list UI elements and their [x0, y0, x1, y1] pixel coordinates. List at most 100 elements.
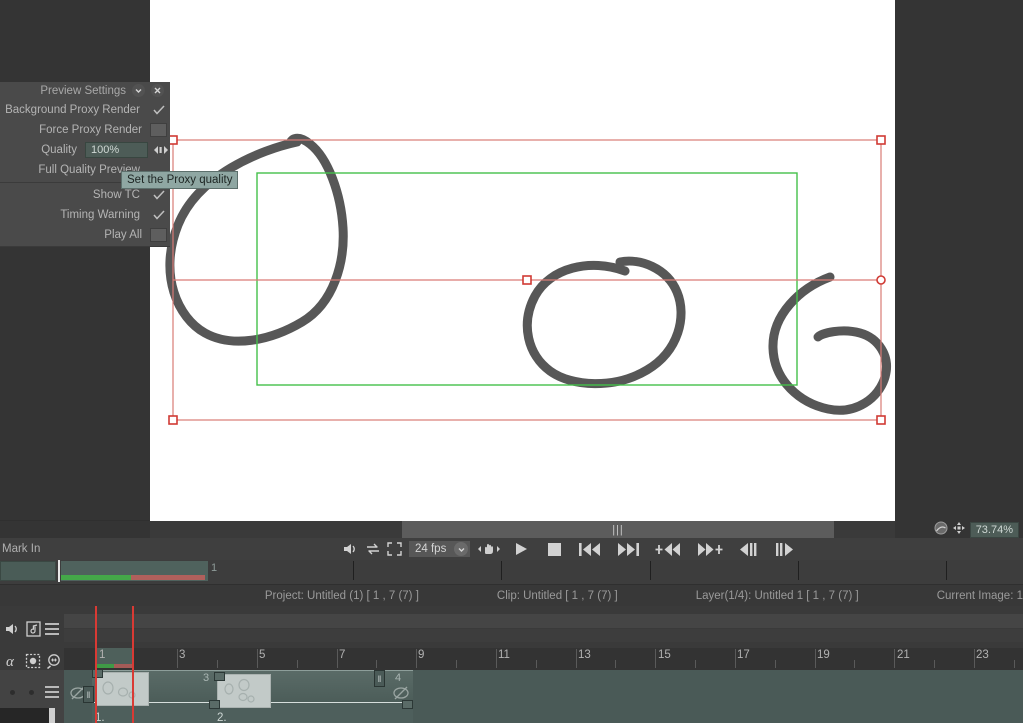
scrub-tick [946, 561, 947, 580]
step-forward-icon[interactable] [767, 539, 803, 559]
fit-view-icon[interactable] [934, 521, 948, 540]
pause-tag-icon[interactable]: ‖ [374, 670, 385, 687]
setting-row-quality[interactable]: Quality 100% [0, 140, 170, 160]
layer-handle[interactable] [49, 708, 55, 723]
info-project: Project: Untitled (1) [ 1 , 7 (7) ] [264, 589, 419, 602]
next-mark-icon[interactable] [689, 539, 731, 559]
clip-keyframe-handle[interactable] [214, 672, 225, 681]
ruler-label: 3 [179, 649, 186, 661]
close-icon[interactable] [151, 84, 164, 97]
quality-input[interactable]: 100% [85, 142, 148, 158]
skip-to-end-icon[interactable] [609, 539, 647, 559]
setting-row-background-proxy-render[interactable]: Background Proxy Render [0, 100, 170, 120]
clip-lower-handle[interactable] [209, 700, 220, 709]
scrollbar-thumb[interactable]: ||| [402, 521, 834, 538]
scrub-playhead[interactable] [58, 560, 60, 582]
checkmark-icon[interactable] [148, 190, 170, 200]
clip-thumbnail[interactable] [95, 672, 149, 706]
pause-tag-icon[interactable]: ‖ [83, 686, 94, 703]
scrub-progress-green [61, 575, 131, 580]
status-info-bar: Project: Untitled (1) [ 1 , 7 (7) ] Clip… [0, 585, 1023, 606]
pan-move-icon[interactable] [952, 521, 966, 540]
ruler-label: 9 [418, 649, 425, 661]
dot[interactable] [10, 690, 15, 695]
ruler-label: 15 [658, 649, 671, 661]
timeline-playhead-start[interactable] [95, 606, 97, 723]
layer-visibility-dots[interactable] [10, 690, 34, 695]
chevron-down-icon[interactable] [132, 84, 145, 97]
info-layer: Layer(1/4): Untitled 1 [ 1 , 7 (7) ] [695, 589, 859, 602]
speaker-icon[interactable] [5, 622, 22, 636]
ruler-label: 19 [817, 649, 830, 661]
toggle-box[interactable] [150, 123, 167, 137]
play-icon[interactable] [504, 539, 538, 559]
preview-settings-titlebar[interactable]: Preview Settings [0, 82, 170, 100]
toggle-box[interactable] [150, 228, 167, 242]
checkmark-icon[interactable] [148, 210, 170, 220]
zoom-controls[interactable]: 73.74% [934, 521, 1019, 540]
zoom-level-value[interactable]: 73.74% [969, 522, 1019, 538]
skip-to-start-icon[interactable] [571, 539, 609, 559]
timeline-ruler[interactable]: 1 3 5 7 9 11 13 15 17 19 21 23 [64, 648, 1023, 670]
horizontal-scrollbar[interactable]: ||| [150, 521, 895, 538]
ruler-label: 21 [897, 649, 910, 661]
scrub-frame-label: 1 [211, 562, 218, 574]
ruler-label: 23 [976, 649, 989, 661]
scrollbar-grip: ||| [612, 523, 624, 536]
setting-label: Force Proxy Render [39, 124, 142, 136]
ruler-label: 1 [99, 649, 106, 661]
timeline-track[interactable]: 3 4 1. 2. ‖ ‖ [64, 669, 1023, 723]
setting-label: Play All [104, 229, 142, 241]
transform-handles[interactable] [150, 0, 895, 521]
magnifier-icon[interactable] [46, 653, 63, 669]
setting-label: Background Proxy Render [5, 104, 140, 116]
hamburger-icon[interactable] [45, 623, 59, 635]
scrub-progress-red [131, 575, 205, 580]
alpha-icon[interactable]: α [4, 653, 20, 669]
no-layer-icon[interactable] [392, 684, 410, 707]
viewer-scroll-strip: ||| 73.74% [0, 521, 1023, 538]
stop-icon[interactable] [538, 539, 571, 559]
info-clip: Clip: Untitled [ 1 , 7 (7) ] [496, 589, 618, 602]
hand-scrub-icon[interactable] [474, 539, 504, 559]
dot[interactable] [29, 690, 34, 695]
quality-spinner-icon[interactable] [152, 145, 170, 155]
prev-mark-icon[interactable] [647, 539, 689, 559]
checkmark-icon[interactable] [148, 105, 170, 115]
preview-settings-panel[interactable]: Preview Settings Background Proxy Render… [0, 82, 170, 247]
step-back-icon[interactable] [731, 539, 767, 559]
scrub-tick [650, 561, 651, 580]
fps-selector[interactable]: 24 fps [409, 541, 471, 557]
setting-label: Show TC [92, 189, 140, 201]
application-window: Preview Settings Background Proxy Render… [0, 0, 1023, 723]
timeline-header-strip [64, 614, 1023, 628]
scrub-bar[interactable]: 1 [0, 560, 1023, 584]
ruler-label: 5 [259, 649, 266, 661]
timeline-panel[interactable]: α 1 3 5 7 9 11 13 15 17 19 21 23 3 4 1. … [0, 606, 1023, 723]
scrub-tick [353, 561, 354, 580]
ruler-progress-green [97, 664, 114, 668]
ruler-label: 7 [339, 649, 346, 661]
setting-row-timing-warning[interactable]: Timing Warning [0, 205, 170, 225]
setting-row-force-proxy-render[interactable]: Force Proxy Render [0, 120, 170, 140]
mark-in-label: Mark In [2, 543, 41, 555]
clip-thumbnail[interactable] [217, 674, 271, 708]
speaker-icon[interactable] [340, 539, 362, 559]
fullscreen-icon[interactable] [384, 539, 405, 559]
loop-icon[interactable] [362, 539, 384, 559]
image-note-icon[interactable] [26, 621, 42, 637]
transport-bar: Mark In 24 fps [0, 538, 1023, 560]
hamburger-icon[interactable] [45, 686, 59, 698]
chevron-down-icon[interactable] [454, 542, 469, 556]
scrub-tick [501, 561, 502, 580]
timeline-playhead-end[interactable] [132, 606, 134, 723]
clip-start-handle[interactable] [92, 669, 103, 678]
scrub-mark-region[interactable] [0, 561, 56, 581]
clip-marker-number: 4 [395, 672, 402, 684]
timeline-header-strip-2 [64, 629, 1023, 642]
setting-row-play-all[interactable]: Play All [0, 225, 170, 245]
fps-value: 24 fps [415, 543, 447, 555]
layer-name-slot[interactable] [0, 708, 55, 723]
ruler-label: 13 [578, 649, 591, 661]
selection-icon[interactable] [25, 653, 41, 669]
